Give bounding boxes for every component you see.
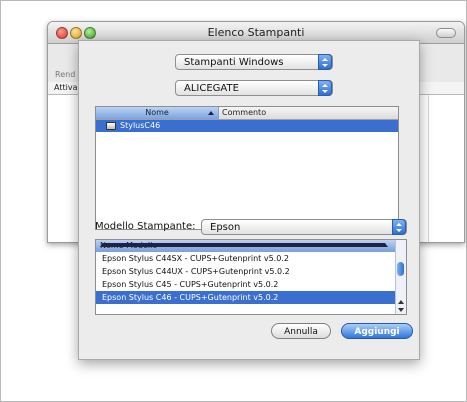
scroll-up-arrow-icon[interactable] [398, 300, 404, 304]
cancel-button[interactable]: Annulla [271, 323, 331, 339]
model-row[interactable]: Epson Stylus C45 - CUPS+Gutenprint v5.0.… [96, 278, 398, 291]
sort-ascending-icon [100, 243, 388, 247]
sort-ascending-icon [208, 111, 214, 115]
model-row-selected[interactable]: Epson Stylus C46 - CUPS+Gutenprint v5.0.… [96, 291, 398, 304]
column-name-label: Nome [145, 108, 169, 117]
popup-arrows-icon [318, 54, 332, 70]
model-table-scrollbar[interactable] [395, 240, 406, 314]
column-divider [428, 95, 429, 242]
manufacturer-popup[interactable]: Epson [201, 219, 407, 235]
model-table-header[interactable]: Nome Modello [96, 240, 398, 252]
printer-table: Nome Commento StylusC46 [95, 106, 399, 230]
popup-arrows-icon [318, 80, 332, 96]
printer-table-header: Nome Commento [96, 107, 398, 120]
window-title: Elenco Stampanti [207, 26, 305, 39]
model-label: Modello Stampante: [95, 221, 196, 232]
model-row[interactable]: Epson Stylus C44UX - CUPS+Gutenprint v5.… [96, 265, 398, 278]
add-printer-sheet: Stampanti Windows ALICEGATE Nome Comment… [78, 40, 420, 360]
connection-type-popup[interactable]: Stampanti Windows [175, 54, 333, 70]
toolbar-toggle-button[interactable] [436, 28, 456, 38]
add-button[interactable]: Aggiungi [341, 323, 413, 339]
scrollbar-thumb[interactable] [397, 262, 404, 276]
connection-type-value: Stampanti Windows [184, 57, 284, 68]
popup-arrows-icon [392, 219, 406, 235]
column-comment[interactable]: Commento [222, 107, 266, 119]
printer-name: StylusC46 [120, 121, 161, 130]
workgroup-value: ALICEGATE [184, 83, 239, 94]
column-name[interactable]: Nome [96, 107, 219, 119]
workgroup-popup[interactable]: ALICEGATE [175, 80, 333, 96]
column-active[interactable]: Attiva [54, 83, 77, 92]
manufacturer-value: Epson [210, 222, 241, 233]
model-row[interactable]: Epson Stylus C44SX - CUPS+Gutenprint v5.… [96, 252, 398, 265]
printer-row[interactable]: StylusC46 [96, 120, 398, 132]
scroll-down-arrow-icon[interactable] [398, 308, 404, 312]
model-table: Nome Modello Epson Stylus C44SX - CUPS+G… [95, 239, 407, 315]
printer-icon [106, 122, 116, 130]
toolbar-label: Rend [55, 70, 76, 79]
